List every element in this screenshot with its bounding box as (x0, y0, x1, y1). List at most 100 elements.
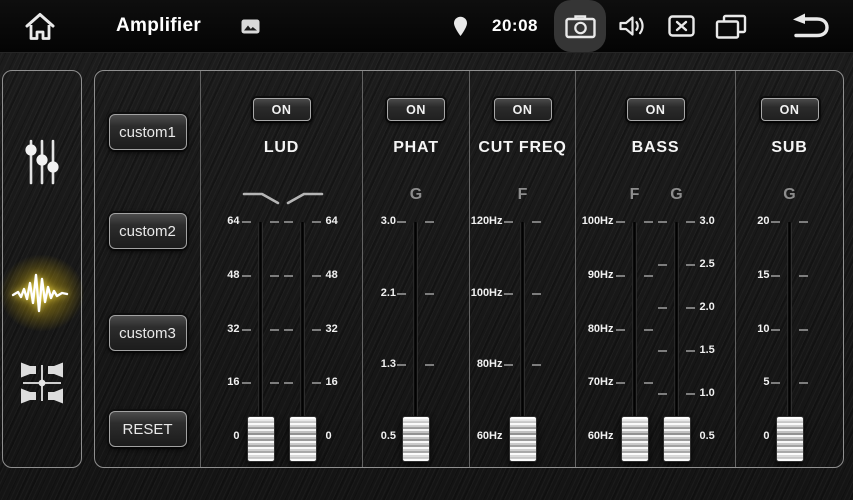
tick-dash (532, 364, 541, 366)
slider-thumb[interactable] (663, 416, 691, 462)
tick-dash (771, 275, 780, 277)
close-window-icon[interactable] (668, 15, 695, 37)
tick-dash (397, 364, 406, 366)
tick-dash (312, 275, 321, 277)
channel-phat: ONPHAT3.02.11.30.5G (363, 71, 470, 467)
highpass-curve-icon (282, 190, 324, 206)
on-button-sub[interactable]: ON (761, 98, 819, 121)
sidebar-item-fader-balance[interactable] (3, 357, 81, 409)
tick-labels: 644832160 (202, 222, 240, 461)
tick-dash (242, 382, 251, 384)
slider-track[interactable]: G (395, 222, 437, 461)
tick-label: 16 (326, 376, 338, 389)
tick-dash (686, 393, 695, 395)
tick-dash (799, 382, 808, 384)
slider-track[interactable] (282, 222, 324, 461)
tick-dash (799, 221, 808, 223)
slider-track[interactable]: G (656, 222, 698, 461)
tick-label: 3.0 (381, 215, 396, 228)
recent-apps-icon[interactable] (715, 14, 747, 39)
vertical-slider[interactable]: 644832160 (282, 222, 362, 467)
preset-custom1-button[interactable]: custom1 (109, 114, 187, 150)
tick-dash (284, 221, 293, 223)
channel-bass: ONBASS100Hz90Hz80Hz70Hz60HzFG3.02.52.01.… (576, 71, 736, 467)
tick-labels: 100Hz90Hz80Hz70Hz60Hz (576, 222, 614, 461)
tick-label: 1.0 (700, 387, 715, 400)
tick-dash (425, 221, 434, 223)
slider-track[interactable]: F (502, 222, 544, 461)
tick-dash (270, 382, 279, 384)
volume-icon[interactable] (618, 14, 648, 38)
tick-dash (532, 221, 541, 223)
tick-dash (658, 264, 667, 266)
tick-dash (771, 382, 780, 384)
vertical-slider[interactable]: 20151050G (736, 222, 843, 467)
camera-button[interactable] (554, 0, 606, 52)
preset-custom2-button[interactable]: custom2 (109, 213, 187, 249)
tick-dash (270, 275, 279, 277)
slider-thumb[interactable] (621, 416, 649, 462)
slider-thumb[interactable] (289, 416, 317, 462)
reset-button[interactable]: RESET (109, 411, 187, 447)
tick-label: 120Hz (471, 215, 503, 228)
sidebar-item-equalizer[interactable] (3, 137, 81, 187)
tick-dash (658, 393, 667, 395)
home-icon[interactable] (22, 10, 58, 42)
slider-sub-label: G (656, 186, 698, 204)
vertical-slider[interactable]: 100Hz90Hz80Hz70Hz60HzF (576, 222, 656, 467)
slider-track-line (520, 222, 525, 437)
back-arrow-icon[interactable] (789, 12, 831, 40)
tick-labels: 20151050 (726, 222, 770, 461)
clock: 20:08 (492, 16, 538, 36)
slider-track[interactable]: G (769, 222, 811, 461)
channel-title: SUB (771, 139, 807, 158)
tick-dash (504, 364, 513, 366)
tick-dash (312, 329, 321, 331)
sliders-row: 20151050G (736, 222, 843, 467)
tick-dash (242, 329, 251, 331)
slider-track-line (787, 222, 792, 437)
tick-label: 60Hz (477, 430, 503, 443)
channel-title: BASS (632, 139, 680, 158)
sliders-row: 644832160644832160 (201, 222, 362, 467)
slider-thumb[interactable] (247, 416, 275, 462)
tick-dash (284, 382, 293, 384)
channel-title: LUD (264, 139, 299, 158)
tick-dash (425, 293, 434, 295)
tick-dash (686, 350, 695, 352)
tick-label: 70Hz (588, 376, 614, 389)
slider-track[interactable]: F (614, 222, 656, 461)
slider-thumb[interactable] (776, 416, 804, 462)
tick-label: 0.5 (700, 430, 715, 443)
gallery-icon[interactable] (241, 19, 260, 34)
slider-thumb[interactable] (402, 416, 430, 462)
tick-dash (284, 329, 293, 331)
on-button-bass[interactable]: ON (627, 98, 685, 121)
channel-title: PHAT (393, 139, 439, 158)
on-button-phat[interactable]: ON (387, 98, 445, 121)
tick-label: 2.1 (381, 287, 396, 300)
slider-track[interactable] (240, 222, 282, 461)
tick-label: 32 (326, 323, 338, 336)
tick-dash (397, 293, 406, 295)
vertical-slider[interactable]: 120Hz100Hz80Hz60HzF (470, 222, 575, 467)
vertical-slider[interactable]: 3.02.11.30.5G (363, 222, 469, 467)
preset-custom3-button[interactable]: custom3 (109, 315, 187, 351)
tick-label: 1.3 (381, 358, 396, 371)
tick-dash (658, 350, 667, 352)
channel-title: CUT FREQ (478, 139, 566, 158)
tick-dash (397, 221, 406, 223)
tick-label: 1.5 (700, 344, 715, 357)
on-button-cut-freq[interactable]: ON (494, 98, 552, 121)
slider-thumb[interactable] (509, 416, 537, 462)
vertical-slider[interactable]: 644832160 (202, 222, 282, 467)
sliders-row: 100Hz90Hz80Hz70Hz60HzFG3.02.52.01.51.00.… (576, 222, 735, 467)
lowpass-curve-icon (240, 190, 282, 206)
vertical-slider[interactable]: G3.02.52.01.51.00.5 (656, 222, 736, 467)
slider-track-line (632, 222, 637, 437)
tick-label: 80Hz (477, 358, 503, 371)
on-button-lud[interactable]: ON (253, 98, 311, 121)
tick-dash (504, 221, 513, 223)
tick-dash (799, 275, 808, 277)
sidebar-item-sound-effects[interactable] (3, 267, 81, 319)
